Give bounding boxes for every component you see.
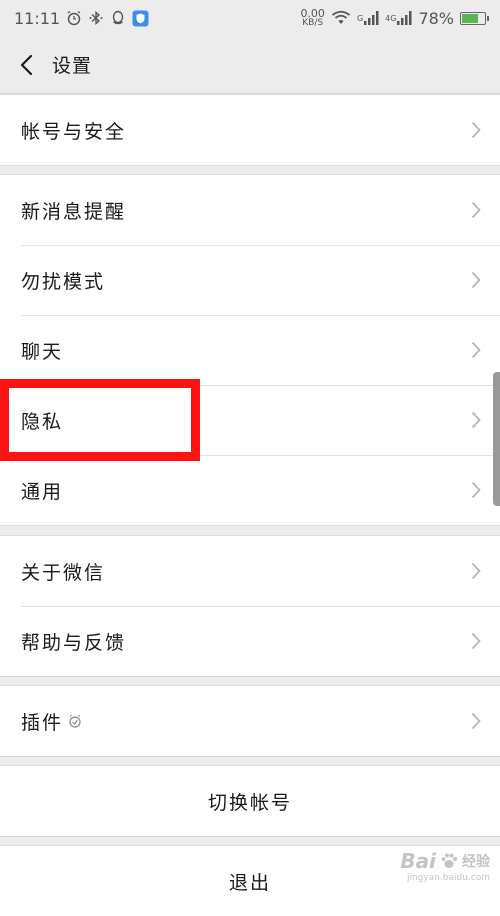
settings-item-label: 通用: [21, 480, 64, 503]
settings-group-plugins: 插件: [0, 685, 500, 757]
status-bar: 11:11 0.00 KB/S G 4G 78%: [0, 0, 500, 36]
watermark-logo: Bai 经验: [400, 849, 490, 873]
qq-icon: [110, 10, 126, 26]
chevron-right-icon: [470, 631, 482, 651]
chevron-right-icon: [470, 200, 482, 220]
watermark: Bai 经验 jingyan.baidu.com: [400, 849, 490, 883]
chevron-right-icon: [470, 561, 482, 581]
settings-item-account-security[interactable]: 帐号与安全: [0, 95, 500, 165]
alarm-icon: [66, 10, 82, 26]
chevron-right-icon: [470, 480, 482, 500]
wifi-icon: [331, 10, 351, 26]
watermark-logo-suffix: 经验: [462, 854, 490, 870]
status-left: 11:11: [14, 9, 149, 28]
settings-item-label: 插件: [21, 711, 64, 734]
settings-group-general: 新消息提醒 勿扰模式 聊天 隐私 通用: [0, 174, 500, 526]
battery-icon: [460, 11, 489, 25]
signal-icon-1: G: [357, 10, 379, 26]
plugin-status-icon: [67, 713, 83, 729]
settings-item-label: 关于微信: [21, 561, 106, 584]
settings-item-help-feedback[interactable]: 帮助与反馈: [0, 606, 500, 676]
signal-2-label: 4G: [385, 13, 397, 23]
settings-item-label: 帮助与反馈: [21, 631, 127, 654]
settings-item-label: 隐私: [21, 410, 64, 433]
switch-account-button[interactable]: 切换帐号: [0, 766, 500, 836]
back-button[interactable]: [2, 36, 50, 94]
settings-item-about-wechat[interactable]: 关于微信: [0, 536, 500, 606]
chevron-right-icon: [470, 270, 482, 290]
paw-icon: [441, 853, 457, 868]
settings-item-label: 帐号与安全: [21, 120, 127, 143]
watermark-url: jingyan.baidu.com: [406, 873, 490, 883]
settings-group-account: 帐号与安全: [0, 94, 500, 166]
network-speed-unit: KB/S: [302, 18, 324, 28]
chevron-right-icon: [470, 120, 482, 140]
settings-item-plugins[interactable]: 插件: [0, 686, 500, 756]
settings-item-privacy[interactable]: 隐私: [0, 385, 500, 455]
header: 设置: [0, 36, 500, 94]
battery-fill: [462, 13, 479, 23]
scrollbar-thumb[interactable]: [493, 372, 500, 506]
settings-item-general[interactable]: 通用: [0, 455, 500, 525]
settings-item-label: 勿扰模式: [21, 270, 106, 293]
settings-item-do-not-disturb[interactable]: 勿扰模式: [0, 245, 500, 315]
settings-item-label: 新消息提醒: [21, 200, 127, 223]
network-speed: 0.00 KB/S: [300, 8, 325, 28]
watermark-logo-text: Bai: [400, 849, 436, 873]
settings-item-label: 聊天: [21, 340, 64, 363]
switch-account-group: 切换帐号: [0, 765, 500, 837]
chevron-right-icon: [470, 340, 482, 360]
status-right: 0.00 KB/S G 4G 78%: [300, 8, 489, 28]
signal-icon-2: 4G: [385, 10, 412, 26]
battery-percent: 78%: [418, 8, 454, 28]
chevron-right-icon: [470, 711, 482, 731]
shield-app-icon: [132, 10, 149, 27]
page-title: 设置: [52, 55, 93, 77]
bluetooth-icon: [88, 10, 104, 26]
settings-group-about: 关于微信 帮助与反馈: [0, 535, 500, 677]
settings-item-chat[interactable]: 聊天: [0, 315, 500, 385]
chevron-right-icon: [470, 410, 482, 430]
status-time: 11:11: [14, 8, 61, 28]
settings-item-new-message-alerts[interactable]: 新消息提醒: [0, 175, 500, 245]
chevron-left-icon: [20, 54, 33, 75]
